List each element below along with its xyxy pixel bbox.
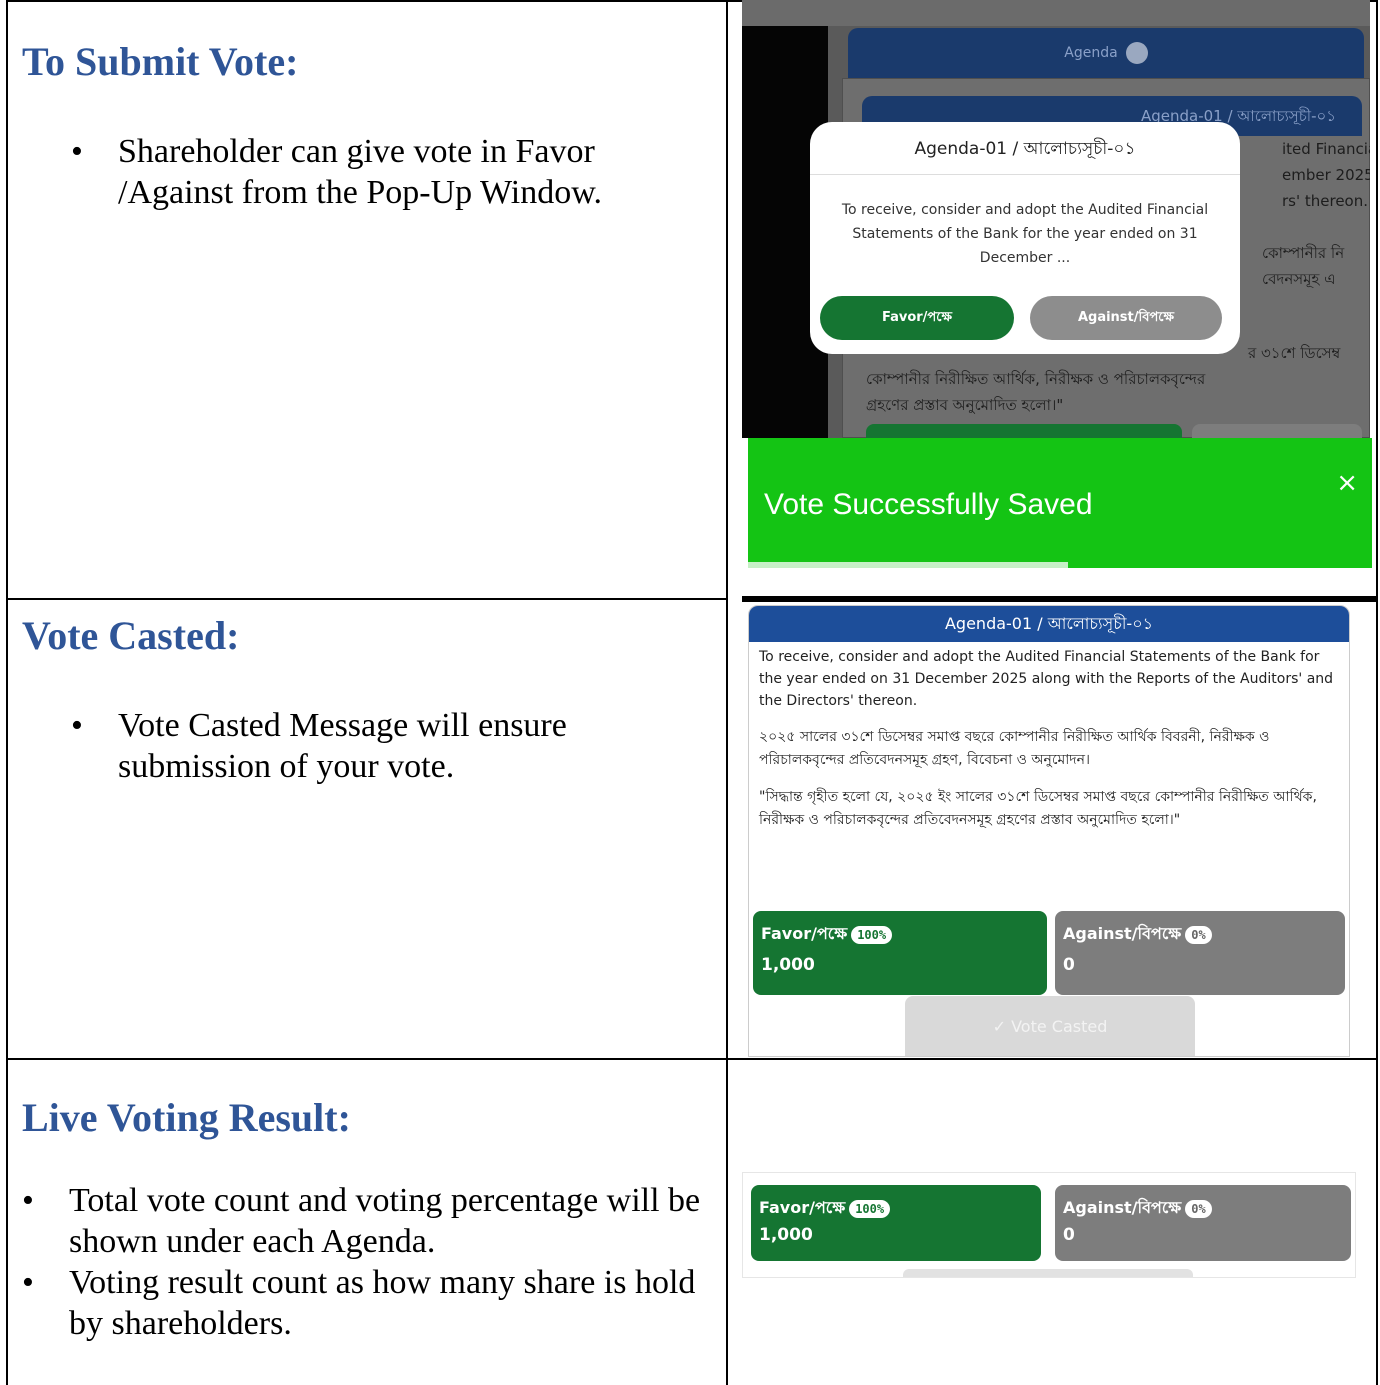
vote-casted-screenshot: Agenda-01 / আলোচ্যসূচী-০১ To receive, co… bbox=[748, 605, 1350, 1057]
against-count: 0 bbox=[1063, 1225, 1075, 1245]
bullet-item: Shareholder can give vote in Favor /Agai… bbox=[71, 131, 678, 213]
background-text: ited Financial bbox=[1282, 140, 1370, 158]
against-percent-badge: 0% bbox=[1185, 925, 1212, 944]
agenda-text-english: To receive, consider and adopt the Audit… bbox=[759, 649, 1334, 709]
favor-result-label: Favor/পক্ষে 100% bbox=[761, 921, 893, 948]
bullet-item: Vote Casted Message will ensure submissi… bbox=[71, 705, 678, 787]
popup-body: To receive, consider and adopt the Audit… bbox=[841, 202, 1209, 266]
live-result-screenshot: Favor/পক্ষে 100% 1,000 Against/বিপক্ষে 0% … bbox=[742, 1172, 1356, 1278]
background-favor-button bbox=[866, 424, 1182, 438]
agenda-resolution-bangla: "সিদ্ধান্ত গৃহীত হলো যে, ২০২৫ ইং সালের ৩… bbox=[759, 789, 1317, 828]
vote-popup: Agenda-01 / আলোচ্যসূচী-০১ To receive, co… bbox=[810, 122, 1240, 354]
agenda-text-bangla: ২০২৫ সালের ৩১শে ডিসেম্বর সমাপ্ত বছরে কোম… bbox=[759, 729, 1270, 768]
favor-count: 1,000 bbox=[759, 1225, 813, 1245]
favor-percent-badge: 100% bbox=[849, 1199, 891, 1218]
favor-button[interactable]: Favor/পক্ষে bbox=[820, 296, 1014, 340]
favor-count: 1,000 bbox=[761, 955, 815, 975]
row-divider-thick bbox=[742, 596, 1378, 602]
against-count: 0 bbox=[1063, 955, 1075, 975]
against-button[interactable]: Against/বিপক্ষে bbox=[1030, 296, 1222, 340]
column-divider bbox=[726, 0, 728, 1385]
popup-divider bbox=[810, 174, 1240, 175]
agenda-header: Agenda-01 / আলোচ্যসূচী-০১ bbox=[749, 606, 1349, 642]
background-against-button bbox=[1192, 424, 1362, 438]
bullet-list: Shareholder can give vote in Favor /Agai… bbox=[71, 131, 678, 213]
background-text: গ্রহণের প্রস্তাব অনুমোদিত হলো।" bbox=[866, 396, 1064, 414]
popup-screenshot: Agenda Agenda-01 / আলোচ্যসূচী-০১ ited Fi… bbox=[742, 0, 1370, 438]
close-icon[interactable]: × bbox=[1336, 468, 1358, 498]
favor-percent-badge: 100% bbox=[851, 925, 893, 944]
against-percent-badge: 0% bbox=[1185, 1199, 1212, 1218]
section-live-voting-result: Live Voting Result: Total vote count and… bbox=[22, 1094, 712, 1344]
toast-progress-bar bbox=[748, 562, 1068, 568]
against-result-card: Against/বিপক্ষে 0% 0 bbox=[1055, 911, 1345, 995]
agenda-bar-label: Agenda bbox=[1064, 45, 1118, 61]
info-icon bbox=[1125, 42, 1148, 64]
background-text: rs' thereon. bbox=[1282, 192, 1369, 210]
toast-message: Vote Successfully Saved bbox=[764, 488, 1093, 521]
favor-result-card: Favor/পক্ষে 100% 1,000 bbox=[753, 911, 1047, 995]
bullet-list: Total vote count and voting percentage w… bbox=[22, 1180, 719, 1344]
background-text: কোম্পানীর নিরীক্ষিত আর্থিক, নিরীক্ষক ও প… bbox=[866, 370, 1206, 388]
favor-label: Favor/পক্ষে bbox=[759, 1198, 846, 1217]
screen-top-strip bbox=[742, 0, 1370, 26]
bullet-item: Voting result count as how many share is… bbox=[22, 1262, 719, 1344]
row-divider bbox=[6, 1058, 1378, 1060]
row-divider bbox=[6, 598, 726, 600]
against-label: Against/বিপক্ষে bbox=[1063, 924, 1182, 943]
section-heading: Vote Casted: bbox=[22, 613, 240, 658]
favor-result-label: Favor/পক্ষে 100% bbox=[759, 1195, 891, 1222]
success-toast: Vote Successfully Saved × bbox=[748, 438, 1372, 568]
against-result-label: Against/বিপক্ষে 0% bbox=[1063, 1195, 1212, 1222]
vote-button-edge bbox=[903, 1269, 1193, 1277]
vote-casted-button: ✓ Vote Casted bbox=[905, 996, 1195, 1056]
background-text: কোম্পানীর নি bbox=[1262, 244, 1345, 262]
background-text: ember 2025 bbox=[1282, 166, 1370, 184]
against-result-label: Against/বিপক্ষে 0% bbox=[1063, 921, 1212, 948]
popup-title: Agenda-01 / আলোচ্যসূচী-০১ bbox=[914, 139, 1136, 159]
background-text: বেদনসমূহ এ bbox=[1262, 270, 1336, 288]
favor-label: Favor/পক্ষে bbox=[761, 924, 848, 943]
against-result-card: Against/বিপক্ষে 0% 0 bbox=[1055, 1185, 1351, 1261]
section-heading: Live Voting Result: bbox=[22, 1095, 351, 1140]
background-text: র ৩১শে ডিসেম্ব bbox=[1248, 344, 1341, 362]
against-label: Against/বিপক্ষে bbox=[1063, 1198, 1182, 1217]
agenda-title-bar: Agenda bbox=[848, 28, 1364, 78]
favor-result-card: Favor/পক্ষে 100% 1,000 bbox=[751, 1185, 1041, 1261]
section-vote-casted: Vote Casted: Vote Casted Message will en… bbox=[22, 612, 712, 787]
bullet-list: Vote Casted Message will ensure submissi… bbox=[71, 705, 678, 787]
bullet-item: Total vote count and voting percentage w… bbox=[22, 1180, 719, 1262]
section-heading: To Submit Vote: bbox=[22, 39, 299, 84]
section-submit-vote: To Submit Vote: Shareholder can give vot… bbox=[22, 38, 712, 213]
